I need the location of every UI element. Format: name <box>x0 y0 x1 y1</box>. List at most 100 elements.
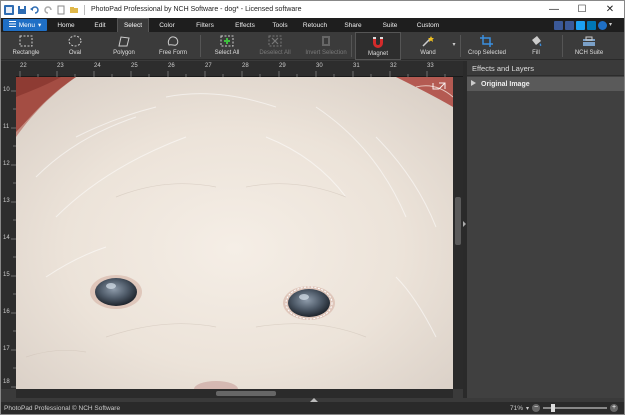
zoom-slider[interactable] <box>543 404 607 412</box>
ruler-label: 23 <box>57 63 64 69</box>
vertical-ruler: 10 11 12 13 14 15 16 17 18 <box>1 77 16 389</box>
ruler-label: 17 <box>3 346 10 352</box>
tab-color[interactable]: Color <box>149 18 185 32</box>
rectangle-select-icon <box>19 34 33 48</box>
deselect-all-icon <box>268 34 282 48</box>
tab-filters[interactable]: Filters <box>185 18 225 32</box>
wand-dropdown[interactable]: ▾ <box>450 32 458 60</box>
menu-label: Menu <box>18 21 35 29</box>
new-file-icon[interactable] <box>56 5 66 15</box>
polygon-label: Polygon <box>113 50 135 56</box>
linkedin-icon[interactable] <box>587 20 596 30</box>
vertical-scrollbar[interactable] <box>453 77 463 389</box>
window-title: PhotoPad Professional by NCH Software - … <box>91 6 302 13</box>
crop-selected-button[interactable]: Crop Selected <box>465 32 509 60</box>
close-button[interactable]: ✕ <box>596 1 624 18</box>
layer-row-original[interactable]: Original Image <box>467 77 624 91</box>
status-text: PhotoPad Professional © NCH Software <box>4 404 121 412</box>
ruler-label: 28 <box>242 63 249 69</box>
tab-tools[interactable]: Tools <box>265 18 295 32</box>
app-window: PhotoPad Professional by NCH Software - … <box>0 0 625 415</box>
panel-title: Effects and Layers <box>467 61 624 76</box>
deselect-all-label: Deselect All <box>259 50 291 56</box>
tab-retouch[interactable]: Retouch <box>295 18 335 32</box>
tab-suite[interactable]: Suite <box>371 18 409 32</box>
dog-photo <box>16 77 453 389</box>
horizontal-ruler: 22 23 24 25 26 27 28 29 30 31 32 33 <box>16 61 464 77</box>
ruler-label: 29 <box>279 63 286 69</box>
tab-home[interactable]: Home <box>49 18 83 32</box>
undo-icon[interactable] <box>30 5 40 15</box>
maximize-button[interactable]: ☐ <box>568 1 596 18</box>
crop-selected-label: Crop Selected <box>467 50 507 56</box>
tab-effects[interactable]: Effects <box>225 18 265 32</box>
open-folder-icon[interactable] <box>69 5 79 15</box>
invert-selection-label: Invert Selection <box>305 50 347 56</box>
nch-suite-label: NCH Suite <box>574 50 604 56</box>
chevron-down-icon[interactable]: ▾ <box>526 405 529 412</box>
tab-edit[interactable]: Edit <box>83 18 117 32</box>
select-toolbar: Rectangle Oval Polygon Free Form Select … <box>1 32 624 60</box>
select-all-icon <box>220 34 234 48</box>
invert-selection-icon <box>319 34 333 48</box>
ruler-corner <box>1 61 16 77</box>
ruler-label: 31 <box>353 63 360 69</box>
oval-select-icon <box>68 34 82 48</box>
wand-label: Wand <box>420 50 436 56</box>
ruler-label: 24 <box>94 63 101 69</box>
horizontal-scrollbar[interactable] <box>16 389 453 398</box>
ruler-label: 22 <box>20 63 27 69</box>
magnet-icon <box>371 35 385 49</box>
magnet-button[interactable]: Magnet <box>355 32 401 60</box>
ruler-label: 32 <box>390 63 397 69</box>
tab-share[interactable]: Share <box>335 18 371 32</box>
magic-wand-icon <box>421 34 435 48</box>
rectangle-button[interactable]: Rectangle <box>5 32 47 60</box>
ruler-label: 18 <box>3 379 10 385</box>
ruler-label: 33 <box>427 63 434 69</box>
horizontal-scroll-thumb[interactable] <box>216 391 276 396</box>
redo-icon[interactable] <box>43 5 53 15</box>
ruler-label: 15 <box>3 272 10 278</box>
ruler-label: 13 <box>3 198 10 204</box>
free-form-button[interactable]: Free Form <box>153 32 193 60</box>
paint-bucket-icon <box>529 34 543 48</box>
fill-label: Fill <box>532 50 540 56</box>
thumbs-up-icon[interactable] <box>554 20 563 30</box>
polygon-button[interactable]: Polygon <box>105 32 143 60</box>
fill-button[interactable]: Fill <box>520 32 552 60</box>
tab-custom[interactable]: Custom <box>409 18 447 32</box>
help-icon[interactable] <box>598 20 607 30</box>
save-icon[interactable] <box>17 5 27 15</box>
tab-select[interactable]: Select <box>117 18 149 32</box>
rectangle-label: Rectangle <box>12 50 40 56</box>
ruler-label: 16 <box>3 309 10 315</box>
deselect-all-button[interactable]: Deselect All <box>251 32 299 60</box>
free-form-label: Free Form <box>158 50 187 56</box>
image-canvas[interactable] <box>16 77 453 389</box>
layer-label: Original Image <box>481 80 530 88</box>
zoom-level: 71% <box>509 404 523 412</box>
magnet-label: Magnet <box>367 51 388 57</box>
chevron-down-icon[interactable]: ▾ <box>609 21 618 30</box>
ruler-label: 27 <box>205 63 212 69</box>
invert-selection-button[interactable]: Invert Selection <box>302 32 350 60</box>
zoom-out-button[interactable]: − <box>532 404 540 412</box>
vertical-scroll-thumb[interactable] <box>455 197 461 245</box>
expand-arrow-icon[interactable] <box>471 80 476 88</box>
zoom-in-button[interactable]: + <box>610 404 618 412</box>
twitter-icon[interactable] <box>576 20 585 30</box>
ruler-label: 14 <box>3 235 10 241</box>
oval-button[interactable]: Oval <box>57 32 93 60</box>
facebook-icon[interactable] <box>565 20 574 30</box>
menu-button[interactable]: Menu ▾ <box>3 19 47 31</box>
ribbon-tab-bar: Menu ▾ Home Edit Select Color Filters Ef… <box>1 18 624 32</box>
nch-suite-button[interactable]: NCH Suite <box>567 32 611 60</box>
select-all-button[interactable]: Select All <box>207 32 247 60</box>
effects-layers-panel: Effects and Layers Original Image <box>467 61 624 398</box>
crop-icon <box>480 34 494 48</box>
wand-button[interactable]: Wand <box>406 32 450 60</box>
minimize-button[interactable]: — <box>540 1 568 18</box>
zoom-slider-knob[interactable] <box>551 404 555 412</box>
chevron-down-icon: ▾ <box>452 42 456 48</box>
